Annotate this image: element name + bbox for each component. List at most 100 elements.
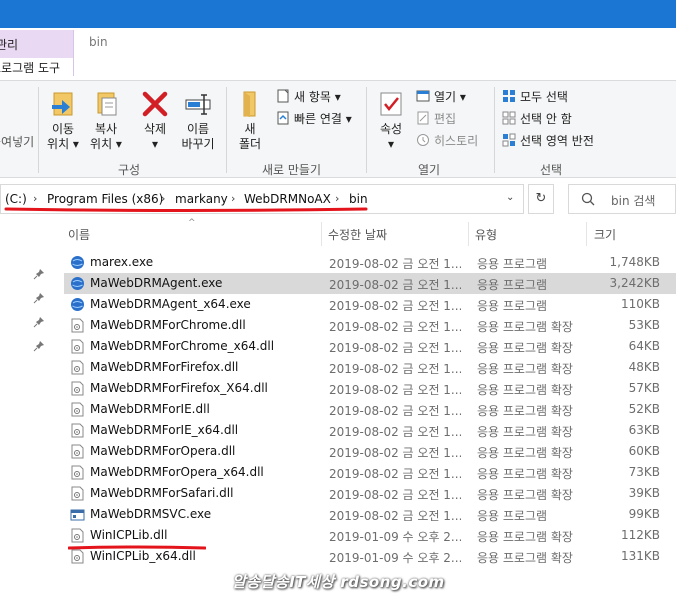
- select-all-button[interactable]: 모두 선택: [502, 87, 568, 107]
- search-input[interactable]: bin 검색: [568, 184, 676, 214]
- file-type: 응용 프로그램 확장: [477, 488, 573, 502]
- file-name: MaWebDRMAgent_x64.exe: [90, 297, 251, 311]
- file-row[interactable]: MaWebDRMForFirefox_X64.dll 2019-08-02 금 …: [64, 378, 676, 399]
- new-folder-button[interactable]: 새 폴더: [232, 89, 268, 152]
- properties-label: 속성 ▾: [379, 122, 403, 151]
- column-divider[interactable]: [321, 222, 322, 246]
- copy-to-button[interactable]: 복사 위치 ▾: [87, 89, 125, 152]
- file-name: MaWebDRMForFirefox.dll: [90, 360, 239, 374]
- group-open-label: 열기: [418, 163, 441, 177]
- file-size: 112KB: [620, 528, 660, 542]
- file-date: 2019-08-02 금 오전 1...: [329, 362, 461, 376]
- breadcrumb-webdrmnoax[interactable]: WebDRMNoAX: [244, 192, 331, 206]
- file-date: 2019-08-02 금 오전 1...: [329, 509, 461, 523]
- file-type: 응용 프로그램 확장: [477, 425, 573, 439]
- breadcrumb-markany[interactable]: markany: [175, 192, 228, 206]
- properties-button[interactable]: 속성 ▾: [372, 89, 410, 152]
- search-icon: [581, 192, 595, 206]
- breadcrumb-bin[interactable]: bin: [349, 192, 368, 206]
- file-date: 2019-08-02 금 오전 1...: [329, 467, 461, 481]
- move-to-button[interactable]: 이동 위치 ▾: [44, 89, 82, 152]
- file-row[interactable]: MaWebDRMAgent_x64.exe 2019-08-02 금 오전 1.…: [64, 294, 676, 315]
- annotation-underline-path: [4, 207, 368, 212]
- paste-button-partial[interactable]: 붙여넣기: [0, 133, 34, 150]
- dll-icon: [71, 444, 84, 459]
- new-item-button[interactable]: 새 항목 ▾: [276, 87, 341, 107]
- globe-exe-icon: [71, 256, 84, 269]
- invert-selection-icon: [502, 133, 516, 147]
- column-name[interactable]: 이름: [68, 226, 90, 243]
- file-row[interactable]: MaWebDRMForChrome.dll 2019-08-02 금 오전 1.…: [64, 315, 676, 336]
- file-row[interactable]: MaWebDRMForSafari.dll 2019-08-02 금 오전 1.…: [64, 483, 676, 504]
- chevron-right-icon[interactable]: ›: [33, 192, 37, 205]
- file-size: 73KB: [628, 465, 660, 479]
- history-icon: [417, 134, 429, 146]
- rename-button[interactable]: 이름 바꾸기: [178, 89, 218, 152]
- history-button[interactable]: 히스토리: [416, 131, 478, 151]
- select-all-label: 모두 선택: [520, 90, 568, 104]
- edit-button[interactable]: 편집: [416, 109, 456, 129]
- file-name: MaWebDRMAgent.exe: [90, 276, 223, 290]
- pin-icon[interactable]: [33, 292, 45, 304]
- column-date[interactable]: 수정한 날짜: [328, 226, 387, 243]
- file-size: 64KB: [628, 339, 660, 353]
- copy-to-icon: [97, 92, 117, 116]
- column-type[interactable]: 유형: [475, 226, 497, 243]
- pin-icon[interactable]: [33, 316, 45, 328]
- column-divider[interactable]: [468, 222, 469, 246]
- file-row[interactable]: MaWebDRMForIE.dll 2019-08-02 금 오전 1... 응…: [64, 399, 676, 420]
- file-date: 2019-08-02 금 오전 1...: [329, 341, 461, 355]
- move-to-icon: [52, 92, 73, 116]
- file-row[interactable]: MaWebDRMForIE_x64.dll 2019-08-02 금 오전 1.…: [64, 420, 676, 441]
- chevron-right-icon[interactable]: ›: [231, 192, 235, 205]
- file-name: WinICPLib_x64.dll: [90, 549, 196, 563]
- file-name: WinICPLib.dll: [90, 528, 168, 542]
- file-row[interactable]: MaWebDRMForFirefox.dll 2019-08-02 금 오전 1…: [64, 357, 676, 378]
- file-name: MaWebDRMForChrome_x64.dll: [90, 339, 275, 353]
- file-name: marex.exe: [90, 255, 154, 269]
- file-date: 2019-08-02 금 오전 1...: [329, 299, 461, 313]
- tab-app-tools[interactable]: 프로그램 도구: [0, 58, 74, 76]
- breadcrumb-drive[interactable]: (C:): [5, 192, 27, 206]
- properties-icon: [380, 92, 402, 116]
- file-row[interactable]: marex.exe 2019-08-02 금 오전 1... 응용 프로그램 1…: [64, 252, 676, 273]
- pin-icon[interactable]: [33, 268, 45, 280]
- ribbon-separator: [226, 87, 227, 173]
- sort-ascending-icon: ^: [188, 218, 196, 228]
- file-row[interactable]: WinICPLib.dll 2019-01-09 수 오후 2... 응용 프로…: [64, 525, 676, 546]
- delete-button[interactable]: 삭제 ▾: [137, 89, 173, 152]
- tab-manage[interactable]: 관리: [0, 30, 74, 58]
- column-divider[interactable]: [586, 222, 587, 246]
- file-type: 응용 프로그램 확장: [477, 467, 573, 481]
- dll-icon: [71, 423, 84, 438]
- chevron-right-icon[interactable]: ›: [161, 192, 165, 205]
- easy-access-button[interactable]: 빠른 연결 ▾: [276, 109, 352, 129]
- file-name: MaWebDRMForIE.dll: [90, 402, 210, 416]
- breadcrumb-program-files[interactable]: Program Files (x86): [47, 192, 163, 206]
- chevron-right-icon[interactable]: ›: [335, 192, 339, 205]
- file-size: 110KB: [620, 297, 660, 311]
- pin-icon[interactable]: [33, 340, 45, 352]
- tab-folder-title: bin: [89, 35, 108, 49]
- invert-selection-button[interactable]: 선택 영역 반전: [502, 131, 594, 151]
- file-row[interactable]: MaWebDRMForChrome_x64.dll 2019-08-02 금 오…: [64, 336, 676, 357]
- file-row-selected[interactable]: MaWebDRMAgent.exe 2019-08-02 금 오전 1... 응…: [64, 273, 676, 294]
- file-row[interactable]: MaWebDRMForOpera.dll 2019-08-02 금 오전 1..…: [64, 441, 676, 462]
- file-size: 99KB: [628, 507, 660, 521]
- address-history-dropdown-icon[interactable]: ⌄: [506, 192, 514, 203]
- file-date: 2019-08-02 금 오전 1...: [329, 383, 461, 397]
- file-row[interactable]: MaWebDRMSVC.exe 2019-08-02 금 오전 1... 응용 …: [64, 504, 676, 525]
- file-type: 응용 프로그램 확장: [477, 341, 573, 355]
- refresh-button[interactable]: ↻: [528, 184, 554, 214]
- select-none-button[interactable]: 선택 안 함: [502, 109, 572, 129]
- file-date: 2019-01-09 수 오후 2...: [329, 551, 461, 565]
- open-button[interactable]: 열기 ▾: [416, 87, 466, 107]
- file-type: 응용 프로그램 확장: [477, 383, 573, 397]
- file-type: 응용 프로그램: [477, 278, 548, 292]
- file-size: 3,242KB: [609, 276, 660, 290]
- column-size[interactable]: 크기: [594, 226, 616, 243]
- delete-label: 삭제 ▾: [143, 122, 167, 151]
- dll-icon: [71, 486, 84, 501]
- file-row[interactable]: MaWebDRMForOpera_x64.dll 2019-08-02 금 오전…: [64, 462, 676, 483]
- file-date: 2019-08-02 금 오전 1...: [329, 425, 461, 439]
